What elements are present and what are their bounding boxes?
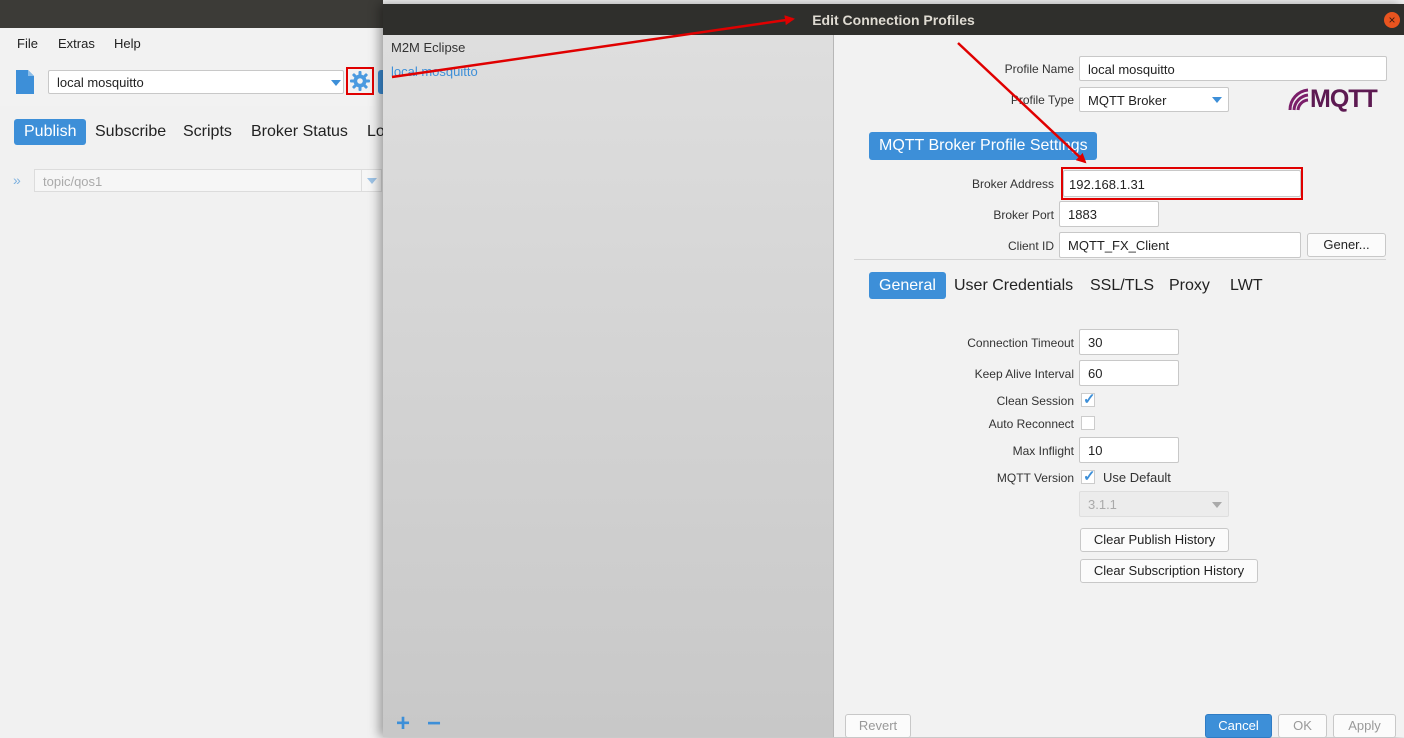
checkmark-icon: ✓ <box>1083 391 1096 408</box>
auto-reconnect-label: Auto Reconnect <box>988 417 1074 431</box>
broker-address-highlight <box>1061 167 1303 200</box>
cancel-button[interactable]: Cancel <box>1205 714 1272 738</box>
profile-list-item-selected[interactable]: local mosquitto <box>391 64 478 79</box>
clean-session-label: Clean Session <box>996 394 1074 408</box>
generate-button-label: Gener... <box>1323 237 1370 252</box>
connection-timeout-input[interactable]: 30 <box>1079 329 1179 355</box>
tab-proxy[interactable]: Proxy <box>1159 272 1220 299</box>
divider <box>361 170 362 191</box>
broker-port-value: 1883 <box>1068 207 1097 222</box>
profile-name-input[interactable]: local mosquitto <box>1079 56 1387 81</box>
remove-profile-icon[interactable]: − <box>427 712 441 736</box>
cancel-label: Cancel <box>1218 718 1259 733</box>
tab-log[interactable]: Lo <box>357 119 383 145</box>
client-id-value: MQTT_FX_Client <box>1068 238 1170 253</box>
mqtt-version-label: MQTT Version <box>996 471 1074 485</box>
max-inflight-input[interactable]: 10 <box>1079 437 1179 463</box>
use-default-label: Use Default <box>1103 470 1171 485</box>
close-icon: × <box>1388 13 1396 27</box>
max-inflight-value: 10 <box>1088 443 1103 458</box>
broker-address-label: Broker Address <box>971 177 1054 191</box>
edit-profiles-button[interactable] <box>346 67 374 95</box>
dialog-titlebar: Edit Connection Profiles × <box>383 4 1404 35</box>
document-icon[interactable] <box>14 70 36 94</box>
section-header: MQTT Broker Profile Settings <box>869 132 1097 160</box>
mqtt-version-select: 3.1.1 <box>1079 491 1229 517</box>
client-id-label: Client ID <box>1007 239 1054 253</box>
client-id-input[interactable]: MQTT_FX_Client <box>1059 232 1301 258</box>
gear-icon <box>350 71 370 91</box>
mqtt-logo-text: MQTT <box>1310 85 1378 113</box>
apply-label: Apply <box>1348 718 1381 733</box>
use-default-checkbox[interactable]: ✓ <box>1081 468 1096 485</box>
clear-publish-history-button[interactable]: Clear Publish History <box>1080 528 1229 552</box>
clear-subscription-history-button[interactable]: Clear Subscription History <box>1080 559 1258 583</box>
broker-port-input[interactable]: 1883 <box>1059 201 1159 227</box>
auto-reconnect-checkbox[interactable] <box>1081 416 1095 430</box>
menu-extras[interactable]: Extras <box>58 36 95 51</box>
ok-button[interactable]: OK <box>1278 714 1327 738</box>
chevron-down-icon <box>331 80 341 86</box>
revert-button[interactable]: Revert <box>845 714 911 738</box>
tab-scripts[interactable]: Scripts <box>173 119 242 145</box>
chevron-down-icon <box>1212 502 1222 508</box>
ok-label: OK <box>1293 718 1312 733</box>
main-window-titlebar <box>0 0 383 28</box>
menu-file[interactable]: File <box>17 36 38 51</box>
clear-subscription-history-label: Clear Subscription History <box>1093 563 1245 578</box>
chevron-down-icon <box>1212 97 1222 103</box>
profile-list-item[interactable]: M2M Eclipse <box>391 40 465 55</box>
menu-help[interactable]: Help <box>114 36 141 51</box>
connection-profile-select[interactable]: local mosquitto <box>48 70 344 94</box>
menu-bar: File Extras Help <box>0 28 383 58</box>
profile-type-label: Profile Type <box>1010 93 1074 107</box>
tab-general[interactable]: General <box>869 272 946 299</box>
checkmark-icon: ✓ <box>1083 468 1096 485</box>
mqtt-version-value: 3.1.1 <box>1088 497 1117 512</box>
dialog-title: Edit Connection Profiles <box>812 12 975 28</box>
tab-broker-status[interactable]: Broker Status <box>241 119 358 145</box>
tab-publish[interactable]: Publish <box>14 119 87 145</box>
close-button[interactable]: × <box>1384 12 1400 28</box>
clean-session-checkbox[interactable]: ✓ <box>1081 391 1096 408</box>
tab-ssl-tls[interactable]: SSL/TLS <box>1080 272 1164 299</box>
tab-subscribe[interactable]: Subscribe <box>85 119 176 145</box>
topic-select[interactable]: topic/qos1 <box>34 169 382 192</box>
apply-button[interactable]: Apply <box>1333 714 1396 738</box>
profile-type-value: MQTT Broker <box>1088 93 1167 108</box>
tab-user-credentials[interactable]: User Credentials <box>944 272 1083 299</box>
generate-client-id-button[interactable]: Gener... <box>1307 233 1386 257</box>
profile-type-select[interactable]: MQTT Broker <box>1079 87 1229 112</box>
main-tab-bar: Publish Subscribe Scripts Broker Status … <box>0 106 383 152</box>
double-chevron-right-icon[interactable]: » <box>13 172 21 188</box>
keep-alive-value: 60 <box>1088 366 1103 381</box>
connection-timeout-label: Connection Timeout <box>967 336 1074 350</box>
keep-alive-input[interactable]: 60 <box>1079 360 1179 386</box>
max-inflight-label: Max Inflight <box>1012 444 1074 458</box>
add-profile-icon[interactable]: + <box>396 712 410 736</box>
topic-value: topic/qos1 <box>43 174 103 189</box>
revert-label: Revert <box>858 718 898 733</box>
tab-lwt[interactable]: LWT <box>1220 272 1273 299</box>
connection-timeout-value: 30 <box>1088 335 1103 350</box>
profile-name-value: local mosquitto <box>1088 62 1175 77</box>
keep-alive-label: Keep Alive Interval <box>974 367 1074 381</box>
profile-list-panel <box>383 35 834 737</box>
clear-publish-history-label: Clear Publish History <box>1093 532 1216 547</box>
connection-profile-value: local mosquitto <box>57 75 144 90</box>
broker-port-label: Broker Port <box>993 208 1054 222</box>
divider <box>854 259 1386 260</box>
mqtt-logo: MQTT <box>1288 85 1388 113</box>
chevron-down-icon <box>367 178 377 184</box>
profile-name-label: Profile Name <box>1004 62 1074 76</box>
